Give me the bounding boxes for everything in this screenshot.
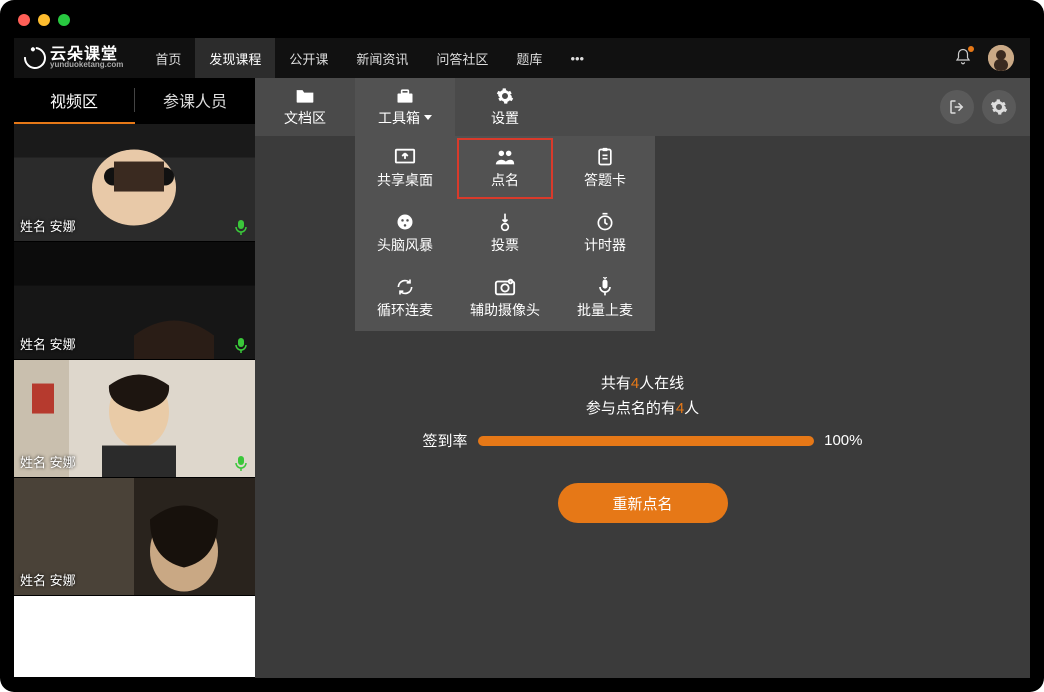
recount-button[interactable]: 重新点名	[558, 483, 728, 523]
tool-batch-mic[interactable]: 批量上麦	[555, 266, 655, 331]
caret-down-icon	[424, 115, 432, 120]
video-tile[interactable]: 姓名 安娜	[14, 242, 255, 360]
attended-count: 4	[676, 400, 684, 417]
settings-button[interactable]: 设置	[455, 78, 555, 136]
tool-share-screen[interactable]: 共享桌面	[355, 136, 455, 201]
doc-area-button[interactable]: 文档区	[255, 78, 355, 136]
tool-answer-card[interactable]: 答题卡	[555, 136, 655, 201]
nav-home[interactable]: 首页	[141, 38, 195, 78]
nav-more[interactable]: •••	[556, 38, 598, 78]
mic-icon[interactable]	[233, 337, 249, 353]
video-tile[interactable]: 姓名 安娜	[14, 360, 255, 478]
brainstorm-icon	[394, 212, 416, 232]
batch-mic-icon	[594, 277, 616, 297]
participant-name: 姓名 安娜	[20, 570, 76, 589]
online-line: 共有4人在线	[423, 372, 863, 393]
top-nav: 云朵课堂 yunduoketang.com 首页 发现课程 公开课 新闻资讯 问…	[14, 38, 1030, 78]
svg-text:+: +	[509, 279, 512, 284]
toolbox-label: 工具箱	[378, 108, 420, 128]
main-toolbar: 文档区 工具箱 设置	[255, 78, 1030, 136]
video-tile[interactable]: 姓名 安娜	[14, 124, 255, 242]
avatar[interactable]	[988, 45, 1014, 71]
gear-icon	[495, 87, 515, 105]
close-window-dot[interactable]	[18, 14, 30, 26]
tab-participants[interactable]: 参课人员	[135, 78, 255, 122]
share-screen-icon	[394, 147, 416, 167]
doc-area-label: 文档区	[284, 108, 326, 128]
window-controls[interactable]	[18, 14, 70, 26]
rollcall-stats: 共有4人在线 参与点名的有4人 签到率 100% 重新点名	[423, 368, 863, 523]
progress-bar	[478, 436, 815, 446]
mic-icon[interactable]	[233, 455, 249, 471]
minimize-window-dot[interactable]	[38, 14, 50, 26]
gear-icon	[990, 98, 1008, 116]
tab-video-area[interactable]: 视频区	[14, 78, 134, 122]
timer-icon	[594, 212, 616, 232]
exit-icon	[948, 98, 966, 116]
tool-aux-camera[interactable]: + 辅助摄像头	[455, 266, 555, 331]
exit-button[interactable]	[940, 90, 974, 124]
logo-icon	[20, 43, 51, 74]
participant-name: 姓名 安娜	[20, 216, 76, 235]
toolbox-dropdown: 共享桌面 点名 答题卡 头脑风暴	[355, 136, 655, 331]
video-list: 姓名 安娜 姓名 安娜 姓名 安娜 姓名	[14, 124, 255, 678]
nav-news[interactable]: 新闻资讯	[342, 38, 422, 78]
tool-brainstorm[interactable]: 头脑风暴	[355, 201, 455, 266]
sidebar: 视频区 参课人员 姓名 安娜 姓名 安娜	[14, 78, 255, 678]
folder-icon	[295, 87, 315, 105]
video-tile[interactable]: 姓名 安娜	[14, 478, 255, 596]
maximize-window-dot[interactable]	[58, 14, 70, 26]
answer-card-icon	[594, 147, 616, 167]
tool-timer[interactable]: 计时器	[555, 201, 655, 266]
rate-label: 签到率	[423, 430, 468, 451]
aux-camera-icon: +	[494, 277, 516, 297]
toolbox-button[interactable]: 工具箱	[355, 78, 455, 136]
settings-label: 设置	[491, 108, 519, 128]
logo-subtext: yunduoketang.com	[50, 61, 123, 69]
logo[interactable]: 云朵课堂 yunduoketang.com	[14, 47, 141, 69]
attended-line: 参与点名的有4人	[423, 397, 863, 418]
video-tile-empty	[14, 596, 255, 678]
nav-public-class[interactable]: 公开课	[275, 38, 342, 78]
rollcall-icon	[494, 147, 516, 167]
nav-discover-courses[interactable]: 发现课程	[195, 38, 275, 78]
rate-value: 100%	[824, 432, 862, 449]
participant-name: 姓名 安娜	[20, 334, 76, 353]
mic-icon[interactable]	[233, 219, 249, 235]
cycle-mic-icon	[394, 277, 416, 297]
notifications-icon[interactable]	[954, 48, 972, 69]
main-area: 文档区 工具箱 设置	[255, 78, 1030, 678]
online-count: 4	[631, 375, 639, 392]
tool-cycle-mic[interactable]: 循环连麦	[355, 266, 455, 331]
participant-name: 姓名 安娜	[20, 452, 76, 471]
toolbox-icon	[395, 87, 415, 105]
nav-qa-community[interactable]: 问答社区	[422, 38, 502, 78]
tool-rollcall[interactable]: 点名	[455, 136, 555, 201]
vote-icon	[494, 212, 516, 232]
settings-round-button[interactable]	[982, 90, 1016, 124]
tool-vote[interactable]: 投票	[455, 201, 555, 266]
nav-question-bank[interactable]: 题库	[502, 38, 556, 78]
